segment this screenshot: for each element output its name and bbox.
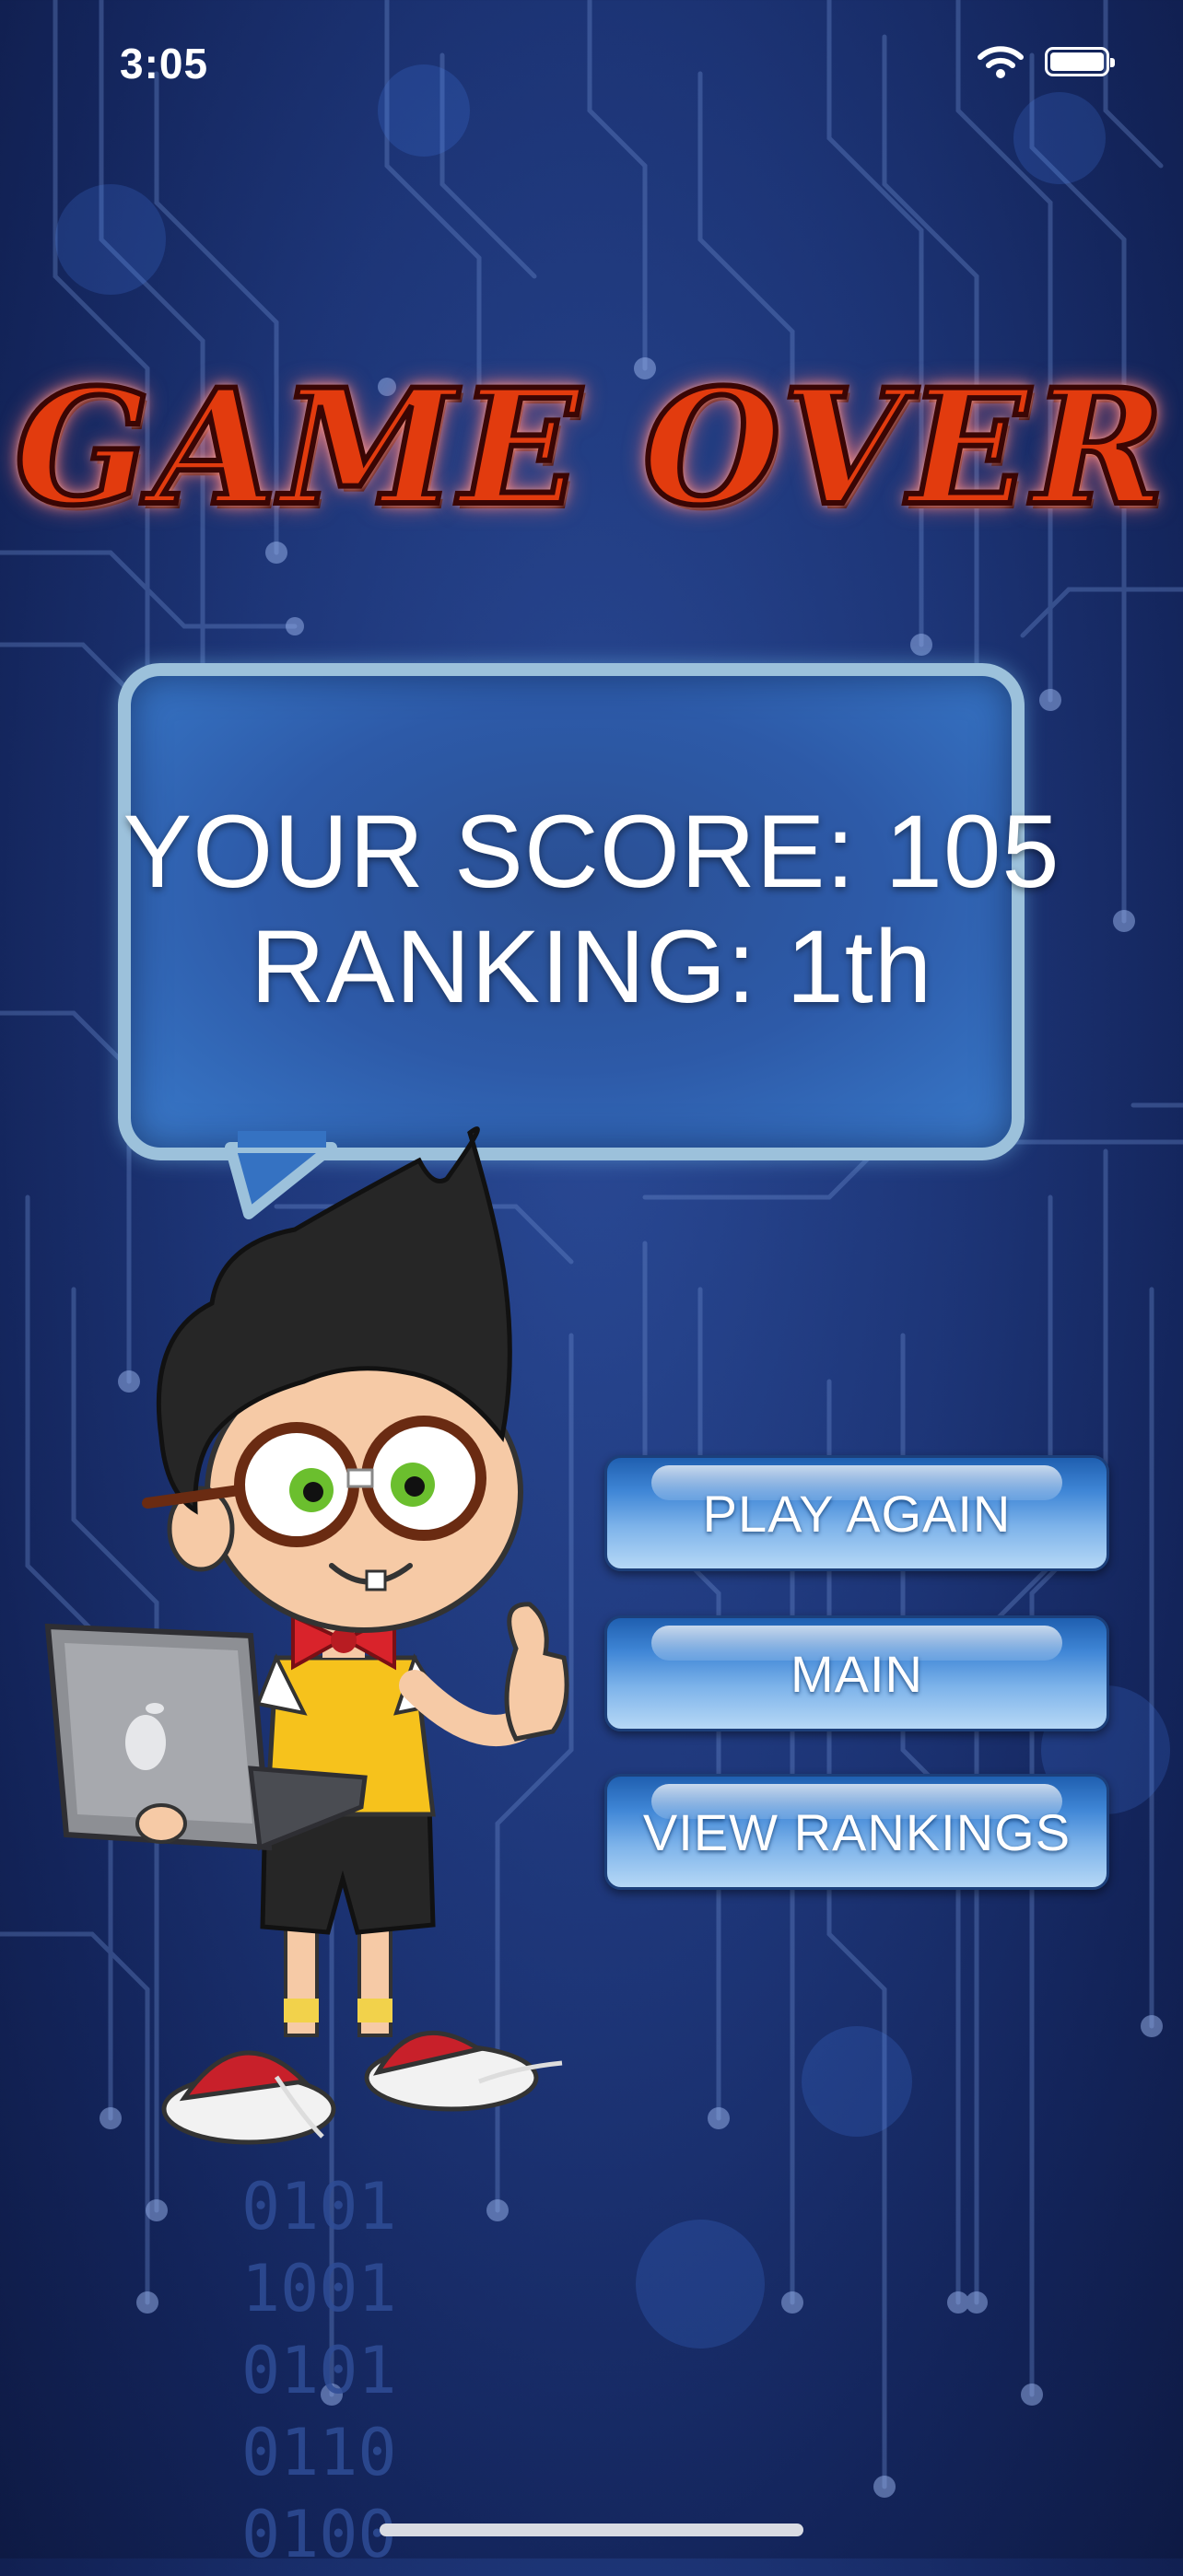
binary-line: 0101 [241,2169,397,2244]
main-button[interactable]: MAIN [604,1615,1109,1731]
nerd-character-illustration [44,1126,569,2145]
binary-line: 0101 [241,2333,397,2408]
binary-line: 0100 [241,2497,397,2572]
view-rankings-button[interactable]: VIEW RANKINGS [604,1774,1109,1890]
main-label: MAIN [791,1644,923,1703]
play-again-label: PLAY AGAIN [702,1484,1012,1543]
home-indicator[interactable] [380,2524,803,2536]
play-again-button[interactable]: PLAY AGAIN [604,1455,1109,1571]
view-rankings-label: VIEW RANKINGS [642,1802,1072,1861]
binary-line: 1001 [241,2251,397,2326]
binary-line: 0110 [241,2415,397,2490]
binary-decoration: 0101 1001 0101 0110 0100 [241,2166,397,2576]
